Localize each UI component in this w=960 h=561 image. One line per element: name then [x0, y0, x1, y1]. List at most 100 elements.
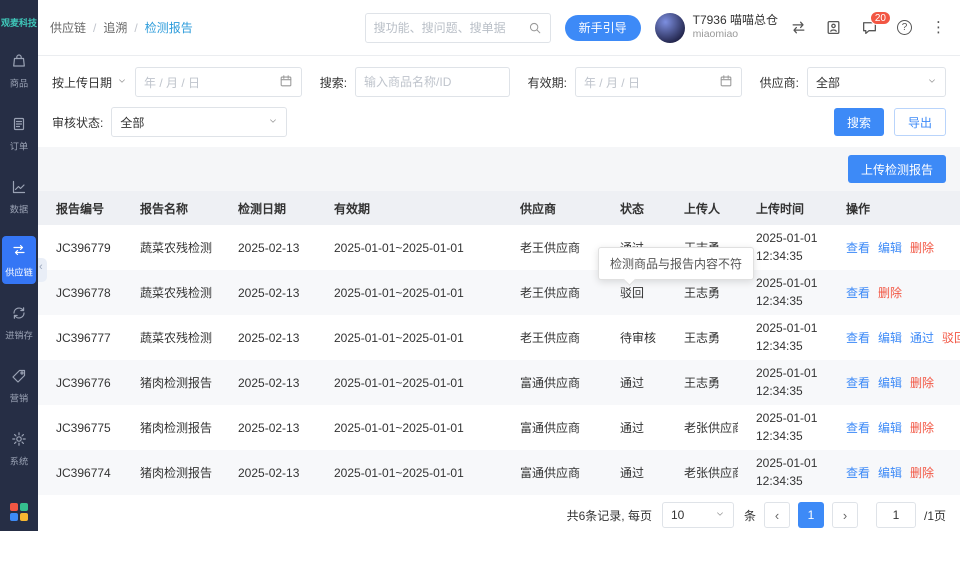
sidebar: 观麦科技 商品 订单 数据 供应链 进销存 营销 系统 [0, 0, 38, 531]
supplier-select[interactable]: 全部 [806, 67, 946, 97]
upload-report-button[interactable]: 上传检测报告 [847, 155, 946, 183]
row-action-primary[interactable]: 查看 [846, 466, 870, 480]
product-search-input[interactable] [364, 75, 501, 89]
row-action-primary[interactable]: 编辑 [878, 331, 902, 345]
row-action-primary[interactable]: 通过 [910, 331, 934, 345]
user-name: T7936 喵喵总仓 [692, 13, 778, 28]
newbie-guide-button[interactable]: 新手引导 [564, 14, 641, 41]
goods-icon [11, 53, 27, 72]
actions-cell: 查看 编辑 删除 [828, 405, 960, 450]
row-action-danger[interactable]: 删除 [878, 286, 902, 300]
row-action-danger[interactable]: 删除 [910, 466, 934, 480]
sidebar-item-label: 供应链 [5, 268, 33, 279]
table-row: JC396774 猪肉检测报告 2025-02-13 2025-01-01~2025-… [38, 450, 960, 495]
prev-page-button[interactable]: ‹ [763, 502, 790, 528]
breadcrumb-item[interactable]: 供应链 [50, 19, 86, 36]
row-action-primary[interactable]: 编辑 [878, 376, 902, 390]
row-action-danger[interactable]: 删除 [910, 241, 934, 255]
row-action-danger[interactable]: 删除 [910, 421, 934, 435]
validity-date-input[interactable]: 年 / 月 / 日 [574, 67, 742, 97]
uploader-cell: 王志勇 [684, 376, 721, 390]
global-search-box[interactable] [364, 12, 551, 43]
audit-status-label: 审核状态: [52, 115, 104, 130]
breadcrumb: 供应链 / 追溯 / 检测报告 [50, 19, 193, 36]
app-root: 观麦科技 商品订单数据供应链进销存营销系统 供应链 / 追溯 / 检测报告 新手… [0, 0, 960, 535]
row-action-primary[interactable]: 查看 [846, 331, 870, 345]
export-button[interactable]: 导出 [893, 108, 946, 136]
column-header-6: 上传人 [666, 191, 738, 225]
page-jump-input[interactable] [875, 502, 916, 528]
sidebar-item-orders[interactable]: 订单 [2, 110, 36, 158]
actions-cell: 查看 编辑 删除 [828, 450, 960, 495]
product-search-box[interactable] [355, 67, 510, 97]
row-action-primary[interactable]: 查看 [846, 241, 870, 255]
more-menu-icon[interactable]: ⋮ [931, 20, 946, 35]
breadcrumb-separator: / [134, 20, 138, 35]
search-icon[interactable] [528, 21, 542, 35]
uploader-cell: 王志勇 [684, 331, 721, 345]
sidebar-item-label: 系统 [9, 457, 29, 468]
avatar[interactable] [654, 12, 685, 43]
audit-status-select[interactable]: 全部 [111, 107, 288, 137]
calendar-icon [719, 74, 733, 91]
sidebar-item-system[interactable]: 系统 [2, 425, 36, 473]
upload-time-cell: 2025-01-01 12:34:35 [756, 321, 818, 353]
messages-icon[interactable]: 20 [861, 11, 891, 36]
switch-account-icon[interactable] [790, 19, 807, 36]
chevron-down-icon [927, 75, 937, 89]
row-action-danger[interactable]: 驳回 [942, 331, 960, 345]
actions-cell: 查看 删除 [828, 270, 960, 315]
test-date-cell: 2025-02-13 [238, 420, 300, 435]
date-type-select[interactable]: 按上传日期 [52, 74, 127, 91]
status-cell: 通过 [620, 466, 645, 480]
sidebar-item-marketing[interactable]: 营销 [2, 362, 36, 410]
breadcrumb-item[interactable]: 追溯 [103, 19, 127, 36]
user-block[interactable]: T7936 喵喵总仓 miaomiao [654, 12, 778, 43]
test-date-cell: 2025-02-13 [238, 330, 300, 345]
report-id-cell: JC396777 [56, 330, 111, 345]
contacts-icon[interactable] [825, 19, 842, 36]
supplier-label: 供应商: [759, 75, 799, 90]
actions-cell: 查看编辑通过驳回 [828, 315, 960, 360]
row-action-primary[interactable]: 查看 [846, 376, 870, 390]
search-button[interactable]: 搜索 [833, 108, 884, 136]
chevron-down-icon [117, 75, 127, 89]
global-search-input[interactable] [373, 20, 528, 35]
test-date-cell: 2025-02-13 [238, 375, 300, 390]
breadcrumb-current: 检测报告 [144, 21, 193, 35]
row-action-danger[interactable]: 删除 [910, 376, 934, 390]
next-page-button[interactable]: › [831, 502, 858, 528]
supply-icon [11, 242, 27, 261]
supplier-cell: 老王供应商 [520, 241, 581, 255]
validity-cell: 2025-01-01~2025-01-01 [334, 330, 464, 345]
row-action-primary[interactable]: 查看 [846, 421, 870, 435]
upload-time-cell: 2025-01-01 12:34:35 [756, 366, 818, 398]
apps-grid-icon[interactable] [10, 503, 28, 521]
row-action-primary[interactable]: 编辑 [878, 421, 902, 435]
status-cell: 通过 [620, 421, 645, 435]
report-id-cell: JC396775 [56, 420, 111, 435]
upload-date-input[interactable]: 年 / 月 / 日 [135, 67, 302, 97]
uploader-cell: 老张供应商 [684, 466, 738, 480]
column-header-4: 供应商 [502, 191, 602, 225]
orders-icon [11, 116, 27, 135]
sidebar-collapse-handle[interactable] [38, 258, 47, 282]
validity-cell: 2025-01-01~2025-01-01 [334, 465, 464, 480]
sidebar-item-goods[interactable]: 商品 [2, 47, 36, 95]
top-header: 供应链 / 追溯 / 检测报告 新手引导 T7936 喵喵总仓 miaomiao [38, 0, 960, 56]
status-cell: 待审核 [620, 331, 657, 345]
page-size-select[interactable]: 10 [661, 502, 734, 528]
column-header-1: 报告名称 [122, 191, 220, 225]
sidebar-item-data[interactable]: 数据 [2, 173, 36, 221]
row-action-primary[interactable]: 编辑 [878, 241, 902, 255]
sidebar-item-inventory[interactable]: 进销存 [2, 299, 36, 347]
system-icon [11, 431, 27, 450]
breadcrumb-separator: / [93, 20, 97, 35]
current-page-button[interactable]: 1 [797, 502, 824, 528]
actions-cell: 查看 编辑 删除 [828, 225, 960, 270]
test-date-cell: 2025-02-13 [238, 240, 300, 255]
row-action-primary[interactable]: 编辑 [878, 466, 902, 480]
help-icon[interactable]: ? [897, 20, 912, 35]
row-action-primary[interactable]: 查看 [846, 286, 870, 300]
sidebar-item-supply[interactable]: 供应链 [2, 236, 36, 284]
